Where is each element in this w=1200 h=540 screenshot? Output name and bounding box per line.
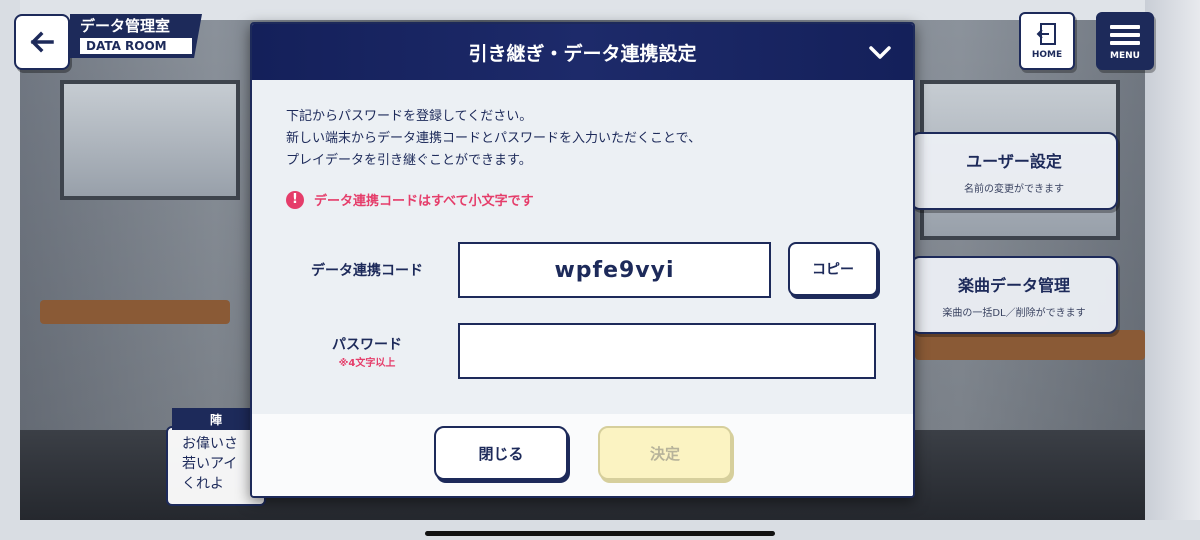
modal-footer: 閉じる 決定 [252, 414, 913, 496]
exit-door-icon [1036, 23, 1056, 45]
instruction-line: 下記からパスワードを登録してください。 [286, 109, 533, 124]
frame-edge [0, 0, 20, 540]
data-link-code: wpfe9vyi [458, 242, 771, 298]
modal-title: 引き継ぎ・データ連携設定 [468, 42, 697, 65]
user-settings-card[interactable]: ユーザー設定 名前の変更ができます [910, 132, 1118, 210]
modal-header: 引き継ぎ・データ連携設定 [252, 24, 913, 80]
back-button[interactable] [14, 14, 70, 70]
speaker-name: 陣 [172, 408, 260, 430]
warning-message: ! データ連携コードはすべて小文字です [286, 190, 534, 209]
warning-text: データ連携コードはすべて小文字です [314, 194, 534, 209]
close-button[interactable]: 閉じる [434, 426, 568, 480]
home-label: HOME [1031, 50, 1063, 60]
password-requirement: ※4文字以上 [338, 358, 396, 369]
background-desk [40, 300, 230, 324]
data-transfer-modal: 引き継ぎ・データ連携設定 下記からパスワードを登録してください。 新しい端末から… [250, 22, 915, 498]
background-window [60, 80, 240, 200]
exclamation-icon: ! [286, 190, 304, 209]
card-title: 楽曲データ管理 [957, 275, 1070, 295]
card-subtitle: 楽曲の一括DL／削除ができます [942, 307, 1086, 319]
home-button[interactable]: HOME [1019, 12, 1075, 70]
menu-label: MENU [1110, 51, 1140, 61]
room-title-en: DATA ROOM [80, 38, 192, 54]
hamburger-icon [1110, 21, 1140, 49]
room-title-jp: データ管理室 [80, 17, 171, 35]
password-label: パスワード [332, 337, 402, 353]
card-subtitle: 名前の変更ができます [964, 183, 1064, 195]
instruction-line: プレイデータを引き継ぐことができます。 [286, 153, 532, 168]
frame-edge [1145, 0, 1200, 540]
menu-button[interactable]: MENU [1096, 12, 1154, 70]
modal-body: 下記からパスワードを登録してください。 新しい端末からデータ連携コードとパスワー… [252, 80, 913, 414]
password-input[interactable] [458, 323, 876, 379]
instructions: 下記からパスワードを登録してください。 新しい端末からデータ連携コードとパスワー… [286, 106, 701, 172]
card-title: ユーザー設定 [966, 151, 1062, 171]
music-data-card[interactable]: 楽曲データ管理 楽曲の一括DL／削除ができます [910, 256, 1118, 334]
room-title: データ管理室 DATA ROOM [70, 14, 202, 58]
code-label: データ連携コード [311, 263, 423, 279]
home-indicator[interactable] [425, 531, 775, 536]
copy-button[interactable]: コピー [788, 242, 878, 296]
background-desk [915, 330, 1145, 360]
confirm-button[interactable]: 決定 [598, 426, 732, 480]
frame-edge [0, 520, 1200, 540]
chevron-down-icon[interactable] [867, 40, 893, 64]
instruction-line: 新しい端末からデータ連携コードとパスワードを入力いただくことで、 [286, 131, 702, 146]
back-arrow-icon [30, 31, 54, 53]
